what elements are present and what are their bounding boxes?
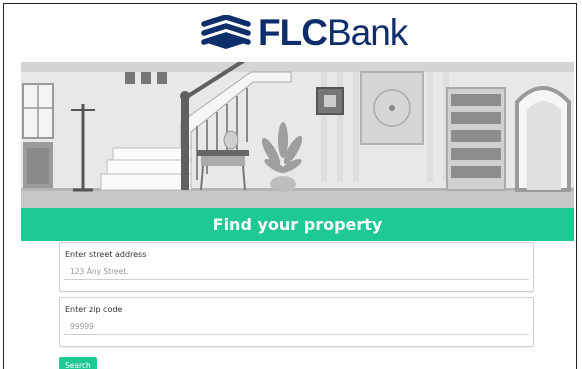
hero-illustration	[21, 62, 574, 208]
street-address-card: Enter street address 123 Any Street.	[59, 242, 534, 292]
zip-code-card: Enter zip code 99999	[59, 297, 534, 347]
header: FLCBank	[4, 4, 576, 64]
zip-code-label: Enter zip code	[65, 305, 123, 314]
street-address-input[interactable]: 123 Any Street.	[64, 263, 529, 280]
street-address-label: Enter street address	[65, 250, 147, 259]
page-frame: FLCBank Find your property Enter street …	[3, 3, 577, 369]
search-button[interactable]: Search	[59, 357, 97, 369]
house-interior-image	[21, 62, 574, 208]
page-title: Find your property	[212, 215, 383, 234]
layers-logo-icon	[201, 15, 251, 49]
brand-logo[interactable]: FLCBank	[200, 10, 408, 56]
brand-name: FLCBank	[258, 12, 408, 53]
find-property-banner: Find your property	[21, 208, 574, 241]
zip-code-input[interactable]: 99999	[64, 318, 529, 335]
